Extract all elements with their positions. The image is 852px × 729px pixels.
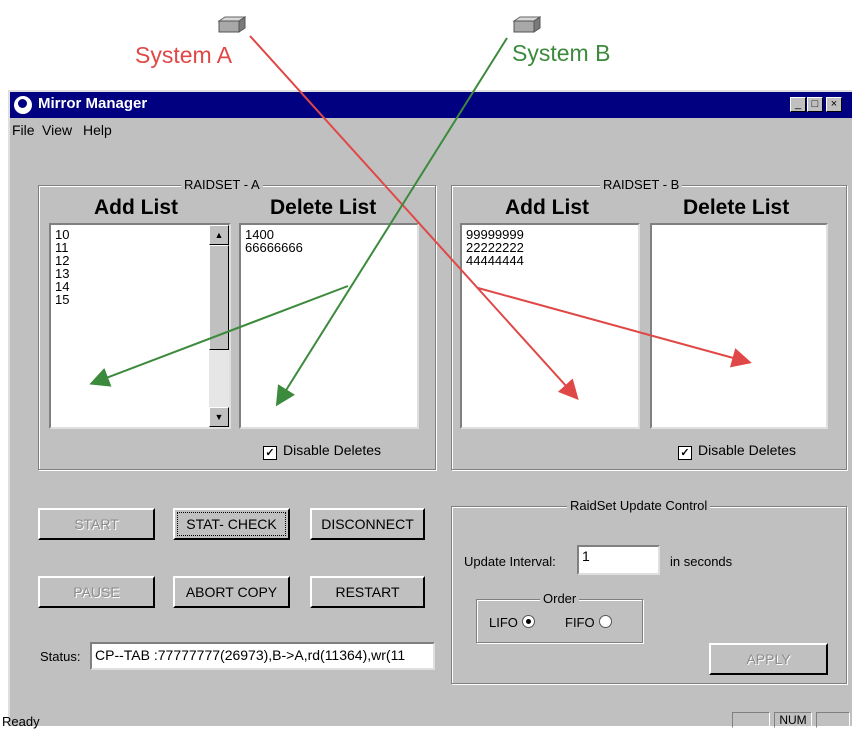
list-item[interactable]: 66666666	[245, 241, 413, 254]
pause-button[interactable]: PAUSE	[38, 576, 155, 608]
fifo-label: FIFO	[565, 615, 595, 630]
raidset-b-group: RAIDSET - B Add List Delete List 9999999…	[451, 177, 847, 470]
mirror-manager-window: Mirror Manager _ □ × File View Help RAID…	[2, 90, 852, 729]
raidset-b-disable-deletes-label: Disable Deletes	[698, 442, 797, 458]
raidset-a-delete-list[interactable]: 1400 66666666	[239, 223, 419, 429]
raidset-b-delete-list[interactable]	[650, 223, 828, 429]
list-item[interactable]: 13	[55, 267, 225, 280]
minimize-button[interactable]: _	[790, 97, 806, 112]
list-item[interactable]: 14	[55, 280, 225, 293]
list-item[interactable]: 15	[55, 293, 225, 306]
raidset-a-add-list-header: Add List	[94, 196, 178, 219]
system-b-device-icon	[512, 16, 541, 33]
abort-copy-button[interactable]: ABORT COPY	[173, 576, 290, 608]
update-control-title: RaidSet Update Control	[567, 498, 711, 513]
radio-selected-icon	[521, 615, 535, 628]
raidset-a-disable-deletes-checkbox[interactable]: ✓ Disable Deletes	[263, 442, 381, 460]
system-b-label: System B	[512, 40, 611, 66]
restart-button[interactable]: RESTART	[310, 576, 425, 608]
checkmark-icon: ✓	[678, 446, 692, 460]
start-button[interactable]: START	[38, 508, 155, 540]
eye-icon	[14, 96, 32, 114]
fifo-radio[interactable]: FIFO	[565, 615, 612, 630]
disconnect-button[interactable]: DISCONNECT	[310, 508, 425, 540]
raidset-b-title: RAIDSET - B	[600, 177, 683, 192]
raidset-a-group: RAIDSET - A Add List Delete List 10 11 12 1…	[38, 177, 436, 470]
scroll-down-icon[interactable]: ▼	[209, 407, 229, 427]
system-a-device-icon	[217, 16, 246, 33]
list-item[interactable]: 11	[55, 241, 225, 254]
lifo-radio[interactable]: LIFO	[489, 615, 535, 630]
window-title: Mirror Manager	[38, 95, 148, 112]
update-interval-unit: in seconds	[670, 554, 733, 569]
raidset-b-add-list[interactable]: 99999999 22222222 44444444	[460, 223, 640, 429]
order-title: Order	[540, 591, 580, 606]
raidset-update-control-group: RaidSet Update Control Update Interval: …	[451, 498, 847, 684]
update-interval-label: Update Interval:	[464, 554, 556, 569]
raidset-a-disable-deletes-label: Disable Deletes	[283, 442, 382, 458]
update-interval-input[interactable]: 1	[577, 545, 660, 575]
maximize-button[interactable]: □	[807, 97, 823, 112]
stat-check-button[interactable]: STAT- CHECK	[173, 508, 290, 540]
raidset-b-delete-list-header: Delete List	[683, 196, 790, 219]
checkmark-icon: ✓	[263, 446, 277, 460]
list-item[interactable]: 12	[55, 254, 225, 267]
raidset-a-add-scrollbar[interactable]: ▲ ▼	[209, 225, 229, 427]
list-item[interactable]: 44444444	[466, 254, 634, 267]
statusbar-ready: Ready	[2, 714, 40, 729]
lifo-label: LIFO	[489, 615, 518, 630]
apply-button[interactable]: APPLY	[709, 643, 828, 675]
close-button[interactable]: ×	[826, 97, 842, 112]
raidset-b-add-list-header: Add List	[505, 196, 589, 219]
list-item[interactable]: 10	[55, 228, 225, 241]
raidset-a-title: RAIDSET - A	[181, 177, 263, 192]
status-label: Status:	[40, 649, 81, 664]
radio-unselected-icon	[598, 615, 612, 628]
raidset-a-add-list[interactable]: 10 11 12 13 14 15 ▲ ▼	[49, 223, 231, 429]
raidset-a-delete-list-header: Delete List	[270, 196, 377, 219]
order-group: Order LIFO FIFO	[476, 591, 643, 643]
scroll-up-icon[interactable]: ▲	[209, 225, 229, 245]
system-a-label: System A	[135, 42, 233, 68]
raidset-b-disable-deletes-checkbox[interactable]: ✓ Disable Deletes	[678, 442, 796, 460]
status-field: CP--TAB :77777777(26973),B->A,rd(11364),…	[90, 642, 435, 670]
menu-view[interactable]: View	[42, 122, 72, 138]
menu-file[interactable]: File	[12, 122, 35, 138]
title-bar[interactable]: Mirror Manager _ □ ×	[10, 92, 852, 118]
menu-bar: File View Help	[10, 118, 852, 142]
scroll-thumb[interactable]	[209, 245, 229, 350]
menu-help[interactable]: Help	[83, 122, 112, 138]
